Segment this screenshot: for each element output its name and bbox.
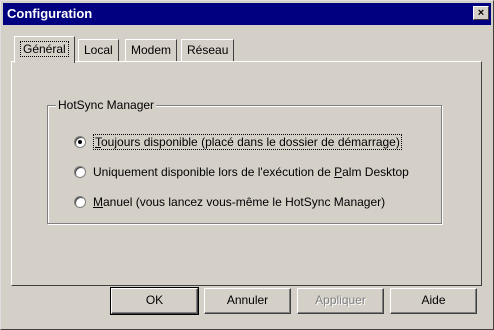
tab-local-label: Local [84,43,113,57]
cancel-button[interactable]: Annuler [204,288,291,314]
configuration-dialog: Configuration × Général Local Modem Rése… [0,0,494,330]
tab-panel-general: HotSync Manager Toujours disponible (pla… [11,61,482,286]
group-title: HotSync Manager [56,98,157,112]
radio-always-available[interactable]: Toujours disponible (placé dans le dossi… [74,134,402,150]
tab-reseau[interactable]: Réseau [181,39,235,61]
tab-reseau-label: Réseau [187,43,229,57]
close-icon: × [477,7,485,19]
window-title: Configuration [7,6,93,21]
radio-palm-desktop-only[interactable]: Uniquement disponible lors de l'exécutio… [74,164,409,180]
tab-modem-label: Modem [131,43,172,57]
title-bar[interactable]: Configuration × [3,3,491,25]
ok-button[interactable]: OK [110,287,199,315]
tab-local[interactable]: Local [78,39,119,61]
tab-general[interactable]: Général [14,36,75,63]
tab-modem[interactable]: Modem [125,39,178,61]
apply-button[interactable]: Appliquer [297,288,384,314]
close-button[interactable]: × [473,6,489,20]
radio-manual-label[interactable]: Manuel (vous lancez vous-même le HotSync… [93,195,385,209]
radio-circle-icon[interactable] [74,166,86,178]
hotsync-manager-group: HotSync Manager Toujours disponible (pla… [47,98,442,224]
radio-always-available-label[interactable]: Toujours disponible (placé dans le dossi… [93,134,402,150]
radio-palm-desktop-only-label[interactable]: Uniquement disponible lors de l'exécutio… [93,165,409,179]
help-button[interactable]: Aide [390,288,477,314]
tab-general-label: Général [20,41,69,57]
radio-manual[interactable]: Manuel (vous lancez vous-même le HotSync… [74,194,385,210]
radio-circle-icon[interactable] [74,136,86,148]
radio-selected-dot-icon [78,140,82,144]
radio-circle-icon[interactable] [74,196,86,208]
